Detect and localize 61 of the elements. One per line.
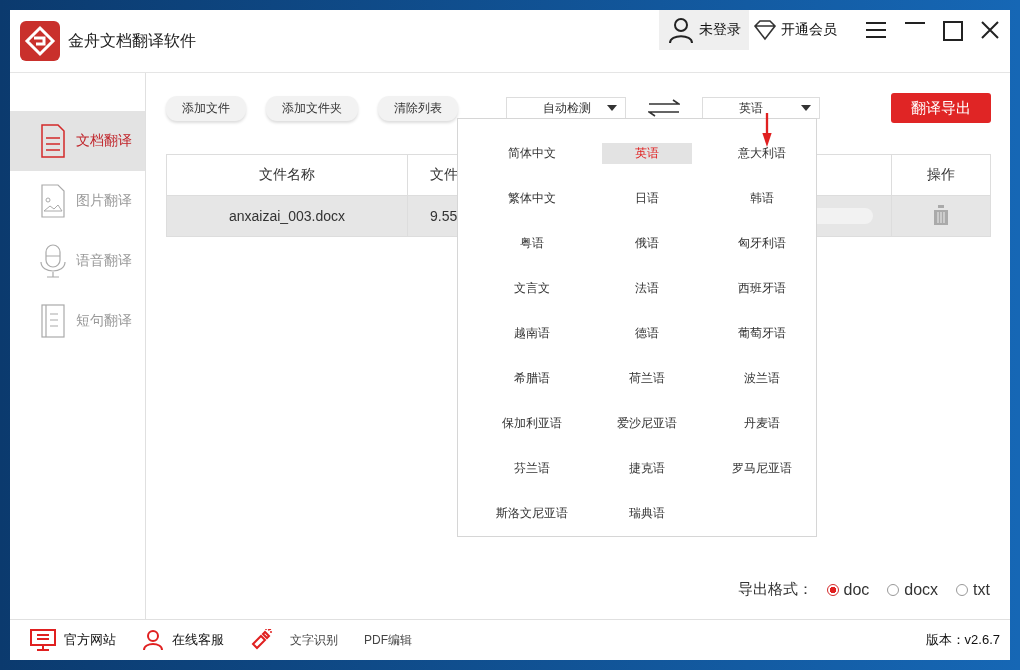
language-option[interactable]: 俄语: [601, 233, 692, 254]
footer-link[interactable]: 在线客服: [142, 629, 224, 651]
minimize-icon[interactable]: [905, 21, 925, 25]
sidebar-item[interactable]: 文档翻译: [10, 111, 145, 171]
toolbar-button[interactable]: 添加文件: [166, 95, 246, 121]
language-option[interactable]: 意大利语: [716, 143, 807, 164]
radio-option[interactable]: txt: [956, 580, 990, 599]
language-option[interactable]: 荷兰语: [601, 368, 692, 389]
caret-icon: [607, 105, 617, 111]
language-option[interactable]: 德语: [601, 323, 692, 344]
vip-button[interactable]: 开通会员: [749, 10, 847, 50]
version-label: 版本：v2.6.7: [925, 631, 1000, 649]
voice-icon: [40, 244, 66, 278]
language-option[interactable]: 希腊语: [486, 368, 577, 389]
language-option[interactable]: 法语: [601, 278, 692, 299]
language-option[interactable]: 罗马尼亚语: [716, 458, 807, 479]
toolbar-button[interactable]: 添加文件夹: [266, 95, 358, 121]
caret-icon: [801, 105, 811, 111]
language-option[interactable]: 瑞典语: [601, 503, 692, 524]
language-option[interactable]: 越南语: [486, 323, 577, 344]
menu-icon[interactable]: [865, 21, 887, 39]
language-option[interactable]: 芬兰语: [486, 458, 577, 479]
user-icon: [667, 16, 695, 44]
doc-icon: [40, 124, 66, 158]
language-option[interactable]: 文言文: [486, 278, 577, 299]
footer-link[interactable]: PDF编辑: [364, 631, 412, 649]
diamond-icon: [753, 19, 777, 41]
table-cell: anxaizai_003.docx: [166, 195, 408, 237]
language-option[interactable]: 匈牙利语: [716, 233, 807, 254]
language-option[interactable]: 保加利亚语: [486, 413, 577, 434]
maximize-icon[interactable]: [943, 21, 963, 41]
person-icon: [142, 629, 164, 651]
window-title: 金舟文档翻译软件: [68, 30, 196, 51]
monitor-icon: [30, 629, 56, 651]
export-format-label: 导出格式：: [737, 580, 813, 599]
language-option[interactable]: 英语: [601, 143, 692, 164]
language-option[interactable]: 波兰语: [716, 368, 807, 389]
image-icon: [40, 184, 66, 218]
arrow-annotation: [760, 113, 774, 147]
toolbar-button[interactable]: 清除列表: [378, 95, 458, 121]
column-header: 文件名称: [166, 154, 408, 196]
language-option[interactable]: 西班牙语: [716, 278, 807, 299]
translate-export-button[interactable]: 翻译导出: [891, 93, 991, 123]
close-icon[interactable]: [981, 21, 999, 39]
language-option[interactable]: 丹麦语: [716, 413, 807, 434]
logo-icon: [20, 21, 60, 61]
language-option[interactable]: 葡萄牙语: [716, 323, 807, 344]
sentence-icon: [40, 304, 66, 338]
language-option[interactable]: 捷克语: [601, 458, 692, 479]
footer-link[interactable]: 文字识别: [250, 629, 338, 651]
radio-option[interactable]: docx: [887, 580, 939, 599]
language-option[interactable]: 日语: [601, 188, 692, 209]
radio-option[interactable]: doc: [826, 580, 870, 599]
column-header: 操作: [891, 154, 991, 196]
language-option[interactable]: 爱沙尼亚语: [601, 413, 692, 434]
footer-link[interactable]: 官方网站: [30, 629, 116, 651]
language-option[interactable]: 韩语: [716, 188, 807, 209]
swap-icon[interactable]: [648, 99, 680, 117]
flashlight-icon: [250, 629, 272, 651]
language-option[interactable]: 斯洛文尼亚语: [486, 503, 577, 524]
login-button[interactable]: 未登录: [659, 10, 749, 50]
